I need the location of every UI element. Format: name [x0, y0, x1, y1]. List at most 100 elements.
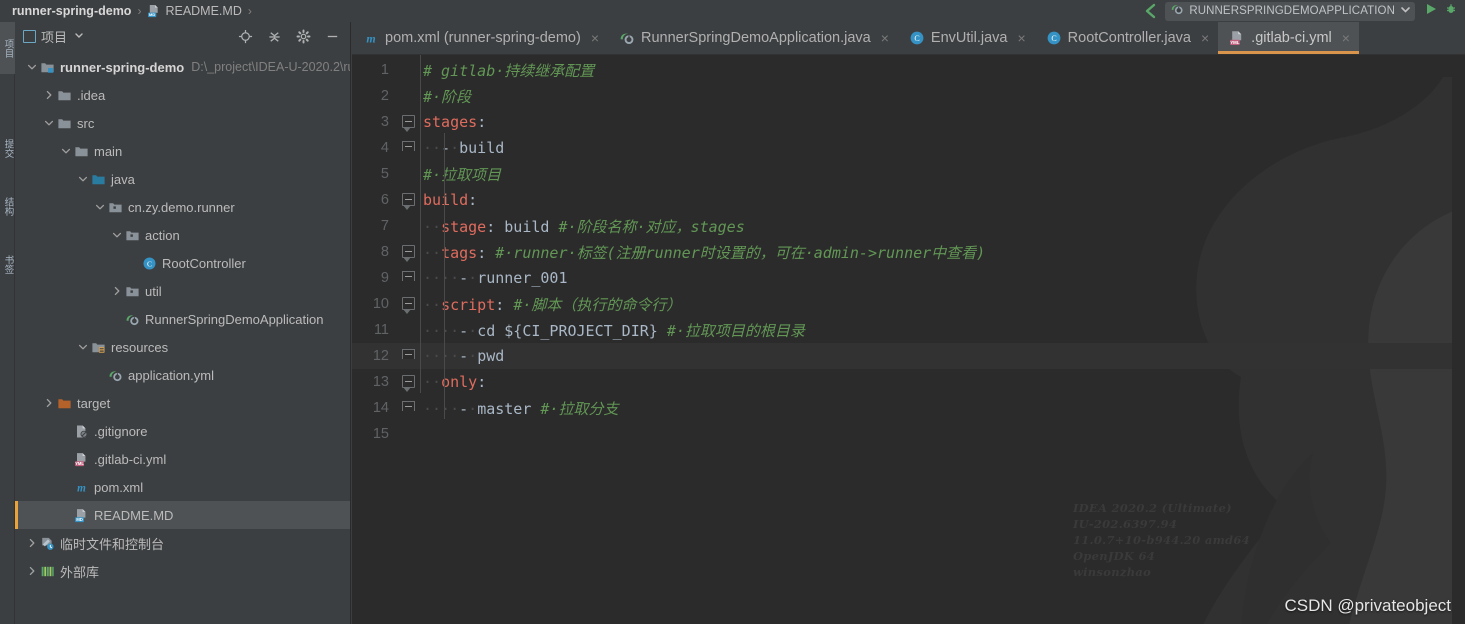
code-editor[interactable]: IDEA 2020.2 (Ultimate) IU-202.6397.94 11…: [352, 55, 1465, 624]
chevron-down-icon[interactable]: [76, 342, 90, 352]
fold-gutter[interactable]: [398, 57, 420, 83]
fold-gutter[interactable]: [398, 317, 420, 343]
tree-row[interactable]: .idea: [15, 81, 350, 109]
chevron-down-icon[interactable]: [42, 118, 56, 128]
chevron-down-icon[interactable]: [25, 62, 39, 72]
fold-gutter[interactable]: [398, 161, 420, 187]
tree-row[interactable]: m pom.xml: [15, 473, 350, 501]
editor-tab[interactable]: C EnvUtil.java ×: [898, 22, 1035, 54]
code-line[interactable]: 8 ··tags: #·runner·标签(注册runner时设置的，可在·adm…: [352, 239, 1465, 265]
tree-row[interactable]: main: [15, 137, 350, 165]
run-play-icon[interactable]: [1424, 2, 1438, 21]
run-configuration-selector[interactable]: RUNNERSPRINGDEMOAPPLICATION: [1165, 1, 1415, 21]
code-line[interactable]: 7 ··stage: build #·阶段名称·对应，stages: [352, 213, 1465, 239]
fold-end-icon[interactable]: [402, 349, 415, 359]
tree-row[interactable]: YML .gitlab-ci.yml: [15, 445, 350, 473]
code-line[interactable]: 14 ····-·master #·拉取分支: [352, 395, 1465, 421]
tree-row[interactable]: 临时文件和控制台: [15, 529, 350, 557]
code-line[interactable]: 10 ··script: #·脚本（执行的命令行）: [352, 291, 1465, 317]
editor-right-gutter[interactable]: [1452, 55, 1465, 624]
tree-row[interactable]: RunnerSpringDemoApplication: [15, 305, 350, 333]
editor-tab[interactable]: m pom.xml (runner-spring-demo) ×: [352, 22, 608, 54]
tool-window-bookmarks[interactable]: 书签: [0, 238, 15, 290]
breadcrumb-item-1[interactable]: runner-spring-demo: [8, 4, 131, 18]
close-icon[interactable]: ×: [881, 31, 889, 45]
hide-panel-icon[interactable]: [325, 29, 340, 44]
line-number: 1: [380, 62, 389, 78]
tree-row[interactable]: runner-spring-demo D:\_project\IDEA-U-202…: [15, 53, 350, 81]
chevron-right-icon[interactable]: [25, 538, 39, 548]
tree-row[interactable]: .gitignore: [15, 417, 350, 445]
breadcrumb: runner-spring-demo › MD README.MD ›: [0, 0, 258, 22]
code-line[interactable]: 2 #·阶段: [352, 83, 1465, 109]
fold-gutter[interactable]: [398, 239, 420, 265]
close-icon[interactable]: ×: [1342, 31, 1350, 45]
tree-row[interactable]: target: [15, 389, 350, 417]
tree-row[interactable]: cn.zy.demo.runner: [15, 193, 350, 221]
fold-end-icon[interactable]: [402, 401, 415, 411]
code-line[interactable]: 12 ····-·pwd: [352, 343, 1465, 369]
tool-window-project[interactable]: 项目: [0, 22, 15, 74]
back-arrow-icon[interactable]: [1141, 2, 1159, 20]
chevron-right-icon[interactable]: [110, 286, 124, 296]
chevron-down-icon[interactable]: [110, 230, 124, 240]
breadcrumb-item-2[interactable]: MD README.MD: [147, 4, 242, 18]
collapse-all-icon[interactable]: [267, 29, 282, 44]
close-icon[interactable]: ×: [1201, 31, 1209, 45]
chevron-right-icon[interactable]: [42, 398, 56, 408]
fold-gutter[interactable]: [398, 109, 420, 135]
chevron-right-icon[interactable]: [25, 566, 39, 576]
tree-row-label: .gitlab-ci.yml: [94, 451, 167, 467]
close-icon[interactable]: ×: [1017, 31, 1025, 45]
fold-gutter[interactable]: [398, 291, 420, 317]
editor-tab[interactable]: C RootController.java ×: [1035, 22, 1219, 54]
fold-gutter[interactable]: [398, 135, 420, 161]
tree-row[interactable]: application.yml: [15, 361, 350, 389]
chevron-down-icon[interactable]: [74, 30, 84, 42]
code-line[interactable]: 1 # gitlab·持续继承配置: [352, 57, 1465, 83]
tool-window-commit[interactable]: 提交: [0, 122, 15, 174]
code-line[interactable]: 4 ··-·build: [352, 135, 1465, 161]
editor-tab[interactable]: YML .gitlab-ci.yml ×: [1218, 22, 1359, 54]
code-line[interactable]: 11 ····-·cd ${CI_PROJECT_DIR} #·拉取项目的根目录: [352, 317, 1465, 343]
chevron-right-icon[interactable]: [42, 90, 56, 100]
tree-row-label: .gitignore: [94, 423, 148, 439]
code-line[interactable]: 3 stages:: [352, 109, 1465, 135]
chevron-down-icon[interactable]: [59, 146, 73, 156]
code-line[interactable]: 5 #·拉取项目: [352, 161, 1465, 187]
fold-end-icon[interactable]: [402, 141, 415, 151]
code-lines[interactable]: 1 # gitlab·持续继承配置 2 #·阶段 3 stages: 4 ··-·build 5…: [352, 55, 1465, 447]
project-panel-title-group[interactable]: 项目: [23, 27, 84, 46]
tree-row[interactable]: C RootController: [15, 249, 350, 277]
fold-gutter[interactable]: [398, 213, 420, 239]
fold-gutter[interactable]: [398, 421, 420, 447]
code-line[interactable]: 9 ····-·runner_001: [352, 265, 1465, 291]
tree-row[interactable]: java: [15, 165, 350, 193]
fold-gutter[interactable]: [398, 395, 420, 421]
tree-row[interactable]: MD README.MD: [15, 501, 350, 529]
debug-bug-icon[interactable]: [1444, 2, 1458, 21]
tree-row[interactable]: action: [15, 221, 350, 249]
fold-gutter[interactable]: [398, 265, 420, 291]
code-line[interactable]: 6 build:: [352, 187, 1465, 213]
fold-arrow-icon: [403, 127, 411, 132]
code-line[interactable]: 13 ··only:: [352, 369, 1465, 395]
code-line[interactable]: 15: [352, 421, 1465, 447]
settings-gear-icon[interactable]: [296, 29, 311, 44]
close-icon[interactable]: ×: [591, 31, 599, 45]
chevron-down-icon[interactable]: [76, 174, 90, 184]
editor-tab[interactable]: RunnerSpringDemoApplication.java ×: [608, 22, 898, 54]
chevron-down-icon[interactable]: [93, 202, 107, 212]
tree-row[interactable]: 外部库: [15, 557, 350, 585]
fold-gutter[interactable]: [398, 187, 420, 213]
chevron-down-icon[interactable]: [1400, 2, 1411, 20]
fold-gutter[interactable]: [398, 369, 420, 395]
locate-target-icon[interactable]: [238, 29, 253, 44]
tool-window-structure[interactable]: 结构: [0, 180, 15, 232]
tree-row[interactable]: util: [15, 277, 350, 305]
fold-end-icon[interactable]: [402, 271, 415, 281]
fold-gutter[interactable]: [398, 343, 420, 369]
tree-row[interactable]: src: [15, 109, 350, 137]
fold-gutter[interactable]: [398, 83, 420, 109]
tree-row[interactable]: resources: [15, 333, 350, 361]
